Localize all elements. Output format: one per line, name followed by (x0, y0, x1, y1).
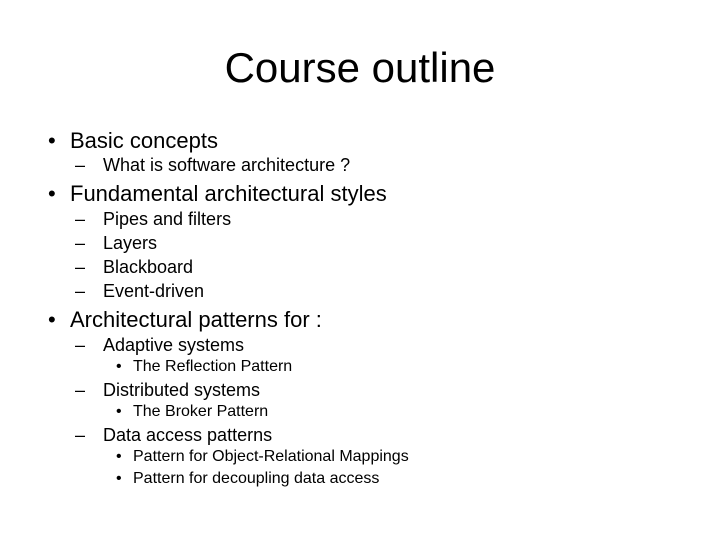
sub-sub-item: The Broker Pattern (133, 403, 269, 420)
small-bullet-marker: • (116, 448, 122, 465)
sub-sub-item: Pattern for Object-Relational Mappings (133, 448, 409, 465)
bullet-marker: • (48, 128, 56, 153)
small-bullet-marker: • (116, 358, 122, 375)
sub-sub-item: Pattern for decoupling data access (133, 470, 380, 487)
sub-item: Pipes and filters (103, 209, 232, 229)
small-bullet-marker: • (116, 403, 122, 420)
dash-marker: – (75, 209, 86, 229)
bullet-fundamental-styles: Fundamental architectural styles (70, 181, 387, 206)
dash-marker: – (75, 380, 86, 400)
sub-item: Distributed systems (103, 380, 261, 400)
dash-marker: – (75, 281, 86, 301)
sub-sub-item: The Reflection Pattern (133, 358, 293, 375)
bullet-marker: • (48, 181, 56, 206)
dash-marker: – (75, 425, 86, 445)
small-bullet-marker: • (116, 470, 122, 487)
dash-marker: – (75, 233, 86, 253)
dash-marker: – (75, 335, 86, 355)
sub-item: Blackboard (103, 257, 194, 277)
bullet-marker: • (48, 307, 56, 332)
dash-marker: – (75, 155, 86, 175)
slide-body: • Basic concepts – What is software arch… (0, 0, 720, 540)
sub-item: Data access patterns (103, 425, 273, 445)
sub-item: What is software architecture ? (103, 155, 351, 175)
bullet-architectural-patterns: Architectural patterns for : (70, 307, 322, 332)
bullet-basic-concepts: Basic concepts (70, 128, 218, 153)
sub-item: Layers (103, 233, 158, 253)
sub-item: Event-driven (103, 281, 205, 301)
sub-item: Adaptive systems (103, 335, 245, 355)
dash-marker: – (75, 257, 86, 277)
